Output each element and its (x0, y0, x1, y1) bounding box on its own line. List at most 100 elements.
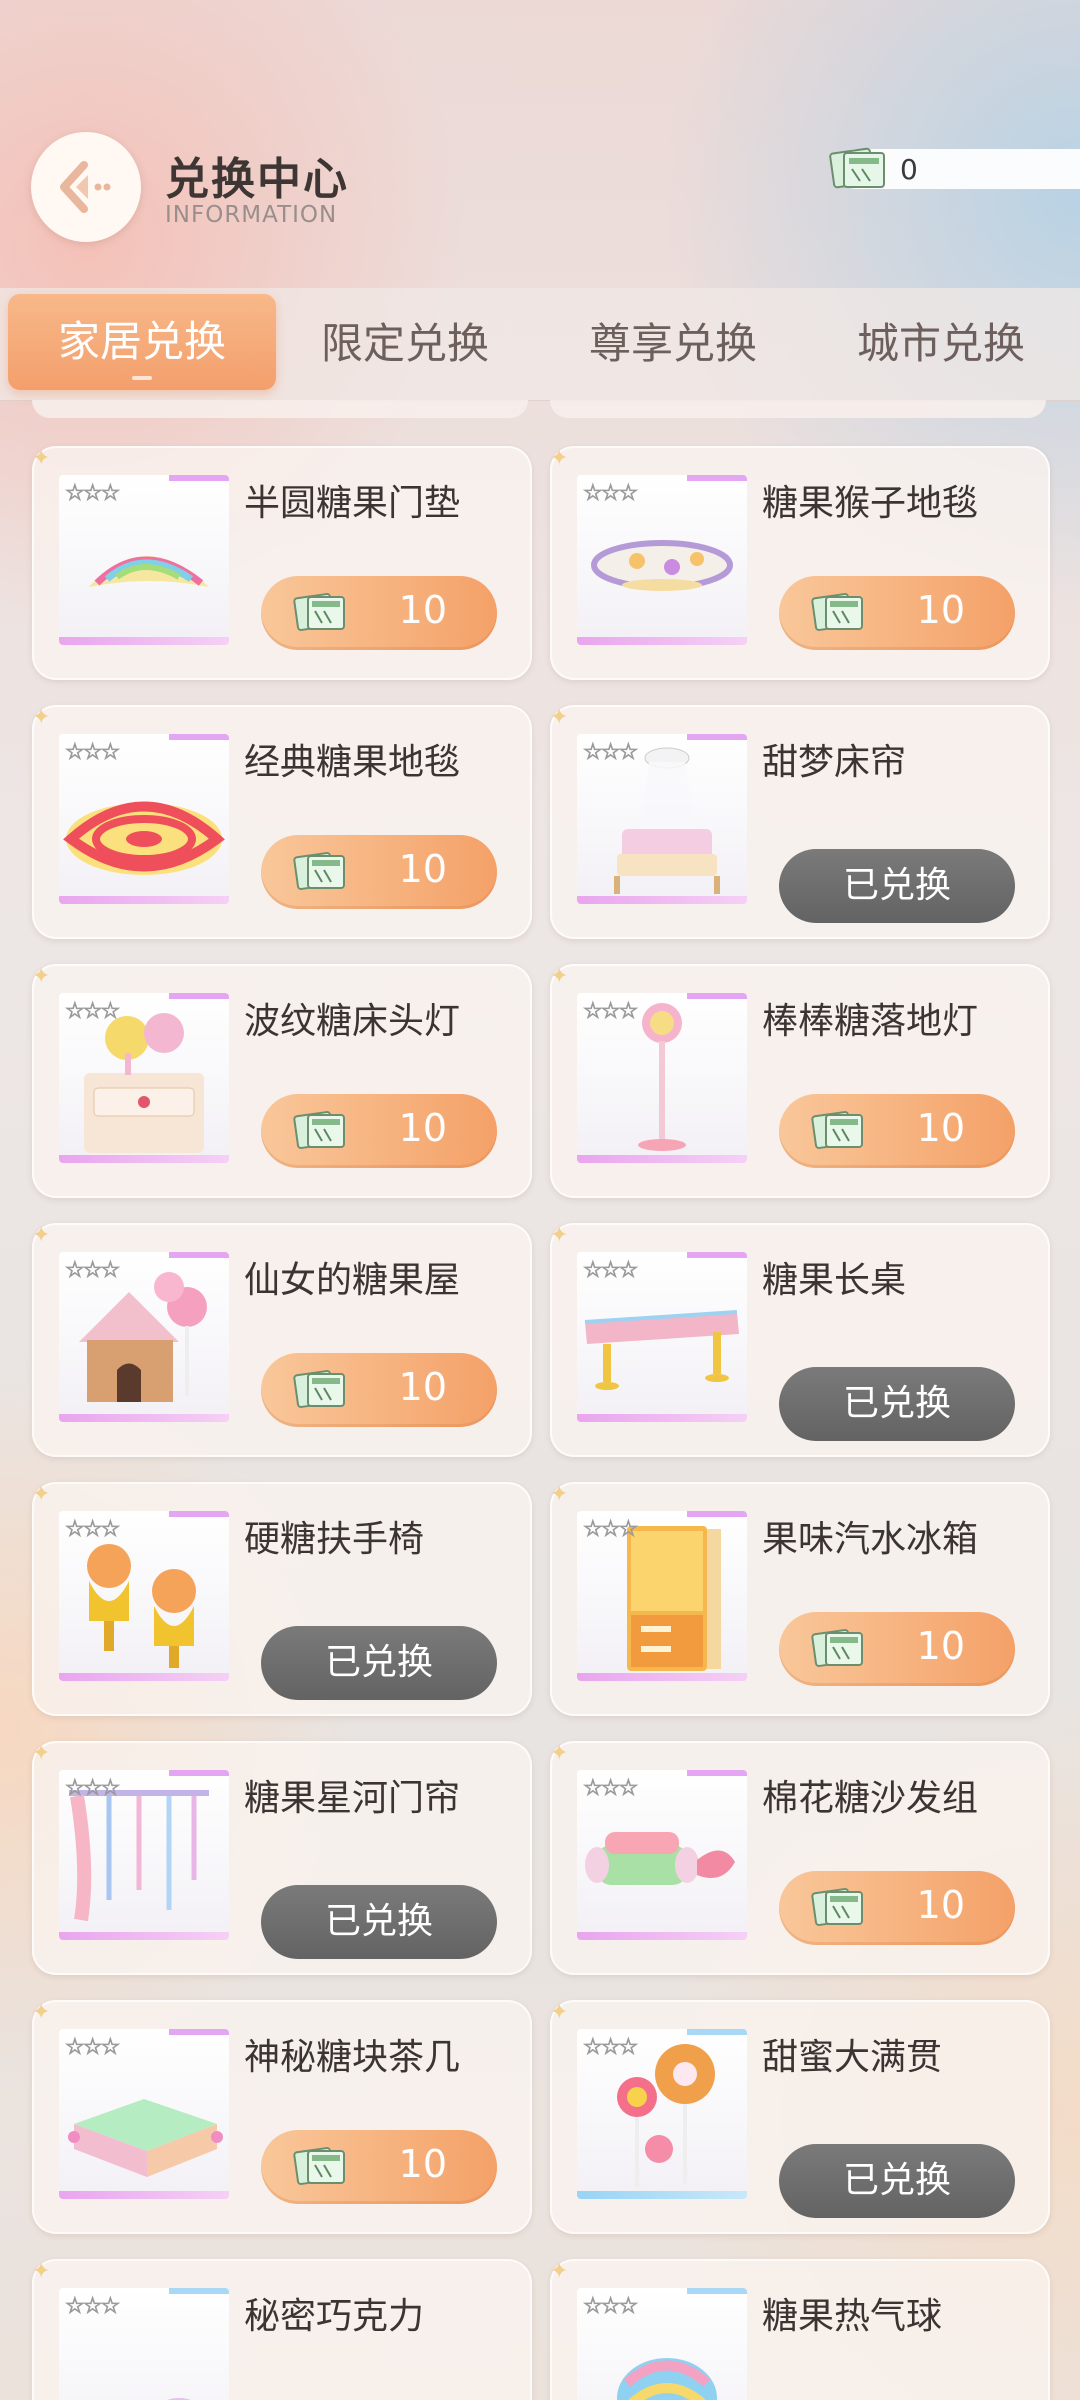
rarity-stars-icon: ☆☆☆ (64, 1776, 120, 1802)
item-name: 甜蜜大满贯 (762, 2037, 943, 2078)
rarity-strip (687, 2029, 747, 2035)
item-thumbnail: ☆☆☆ (577, 993, 747, 1163)
item-thumbnail: ☆☆☆ (59, 734, 229, 904)
item-card[interactable]: ☆☆☆ ✦ 秘密巧克力 (32, 2259, 532, 2400)
item-card[interactable]: ☆☆☆ ✦ 波纹糖床头灯 10 (32, 964, 532, 1198)
sparkle-icon: ✦ (550, 2259, 569, 2284)
rarity-stars-icon: ☆☆☆ (64, 740, 120, 766)
ticket-icon (293, 847, 351, 901)
rarity-strip (169, 993, 229, 999)
rarity-stars-icon: ☆☆☆ (64, 2035, 120, 2061)
sparkle-icon: ✦ (32, 964, 51, 989)
item-card[interactable]: ☆☆☆ ✦ 仙女的糖果屋 10 (32, 1223, 532, 1457)
item-thumbnail: ☆☆☆ (577, 1770, 747, 1940)
item-card[interactable]: ☆☆☆ ✦ 神秘糖块茶几 10 (32, 2000, 532, 2234)
rarity-stars-icon: ☆☆☆ (582, 2294, 638, 2320)
item-card[interactable]: ☆☆☆ ✦ 甜梦床帘 已兑换 (550, 705, 1050, 939)
item-price: 10 (916, 1624, 965, 1668)
rarity-strip (687, 1511, 747, 1517)
tab-limited-exchange[interactable]: 限定兑换 (290, 288, 520, 400)
item-thumbnail: ☆☆☆ (577, 2029, 747, 2199)
rarity-strip (687, 1252, 747, 1258)
ticket-icon (811, 1883, 869, 1937)
rarity-strip (687, 734, 747, 740)
rarity-bar (577, 1155, 747, 1163)
sparkle-icon: ✦ (550, 2000, 569, 2025)
redeemed-button[interactable]: 已兑换 (261, 1626, 497, 1700)
sparkle-icon: ✦ (32, 2259, 51, 2284)
rarity-bar (577, 2191, 747, 2199)
item-name: 糖果长桌 (762, 1260, 907, 1301)
sparkle-icon: ✦ (550, 1482, 569, 1507)
item-card[interactable]: ☆☆☆ ✦ 甜蜜大满贯已兑换 (550, 2000, 1050, 2234)
rarity-strip (687, 1770, 747, 1776)
item-name: 硬糖扶手椅 (244, 1519, 425, 1560)
tab-city-exchange[interactable]: 城市兑换 (826, 288, 1056, 400)
rarity-stars-icon: ☆☆☆ (582, 1517, 638, 1543)
item-price: 10 (398, 1106, 447, 1150)
sparkle-icon: ✦ (32, 2000, 51, 2025)
rarity-bar (577, 1673, 747, 1681)
tab-premium-exchange[interactable]: 尊享兑换 (558, 288, 788, 400)
exchange-button[interactable]: 10 (261, 835, 497, 909)
rarity-stars-icon: ☆☆☆ (64, 999, 120, 1025)
rarity-strip (169, 1511, 229, 1517)
item-thumbnail: ☆☆☆ (577, 2288, 747, 2400)
item-card[interactable]: ☆☆☆ ✦ 果味汽水冰箱 10 (550, 1482, 1050, 1716)
rarity-bar (577, 637, 747, 645)
exchange-button[interactable]: 10 (261, 1353, 497, 1427)
currency-bar[interactable]: 0 (829, 147, 1080, 189)
partial-card-top (32, 400, 528, 418)
rarity-bar (59, 637, 229, 645)
sparkle-icon: ✦ (550, 1223, 569, 1248)
item-price: 10 (916, 588, 965, 632)
item-card[interactable]: ☆☆☆ ✦ 糖果热气球 (550, 2259, 1050, 2400)
item-card[interactable]: ☆☆☆ ✦ 硬糖扶手椅 已兑换 (32, 1482, 532, 1716)
sparkle-icon: ✦ (32, 1223, 51, 1248)
exchange-button[interactable]: 10 (779, 1871, 1015, 1945)
item-card[interactable]: ☆☆☆ ✦ 糖果星河门帘 已兑换 (32, 1741, 532, 1975)
item-card[interactable]: ☆☆☆ ✦ 棒棒糖落地灯 10 (550, 964, 1050, 1198)
exchange-button[interactable]: 10 (261, 1094, 497, 1168)
item-price: 10 (398, 588, 447, 632)
rarity-bar (577, 1414, 747, 1422)
tab-bar: 家居兑换 限定兑换 尊享兑换 城市兑换 (0, 288, 1080, 401)
exchange-button[interactable]: 10 (779, 1612, 1015, 1686)
item-name: 半圆糖果门垫 (244, 483, 461, 524)
rarity-stars-icon: ☆☆☆ (64, 481, 120, 507)
exchange-button[interactable]: 10 (261, 2130, 497, 2204)
exchange-button[interactable]: 10 (261, 576, 497, 650)
item-card[interactable]: ☆☆☆ ✦ 半圆糖果门垫 10 (32, 446, 532, 680)
redeemed-button[interactable]: 已兑换 (261, 1885, 497, 1959)
rarity-bar (59, 1932, 229, 1940)
item-thumbnail: ☆☆☆ (59, 2029, 229, 2199)
sparkle-icon: ✦ (32, 705, 51, 730)
sparkle-icon: ✦ (550, 446, 569, 471)
tab-home-exchange[interactable]: 家居兑换 (8, 294, 276, 390)
rarity-stars-icon: ☆☆☆ (582, 1258, 638, 1284)
rarity-stars-icon: ☆☆☆ (582, 999, 638, 1025)
item-price: 10 (398, 2142, 447, 2186)
exchange-button[interactable]: 10 (779, 576, 1015, 650)
rarity-stars-icon: ☆☆☆ (64, 1517, 120, 1543)
item-thumbnail: ☆☆☆ (59, 1770, 229, 1940)
rarity-strip (169, 2288, 229, 2294)
item-card[interactable]: ☆☆☆ ✦ 经典糖果地毯 10 (32, 705, 532, 939)
sparkle-icon: ✦ (550, 964, 569, 989)
item-card[interactable]: ☆☆☆ ✦ 糖果长桌已兑换 (550, 1223, 1050, 1457)
item-name: 果味汽水冰箱 (762, 1519, 979, 1560)
item-name: 甜梦床帘 (762, 742, 907, 783)
redeemed-button[interactable]: 已兑换 (779, 849, 1015, 923)
rarity-bar (577, 896, 747, 904)
item-name: 糖果热气球 (762, 2296, 943, 2337)
item-thumbnail: ☆☆☆ (577, 475, 747, 645)
back-button[interactable] (31, 132, 141, 242)
exchange-button[interactable]: 10 (779, 1094, 1015, 1168)
redeemed-button[interactable]: 已兑换 (779, 1367, 1015, 1441)
redeemed-button[interactable]: 已兑换 (779, 2144, 1015, 2218)
sparkle-icon: ✦ (32, 1741, 51, 1766)
item-card[interactable]: ☆☆☆ ✦ 棉花糖沙发组 10 (550, 1741, 1050, 1975)
ticket-icon (829, 147, 885, 189)
item-card[interactable]: ☆☆☆ ✦ 糖果猴子地毯 10 (550, 446, 1050, 680)
item-thumbnail: ☆☆☆ (577, 1511, 747, 1681)
